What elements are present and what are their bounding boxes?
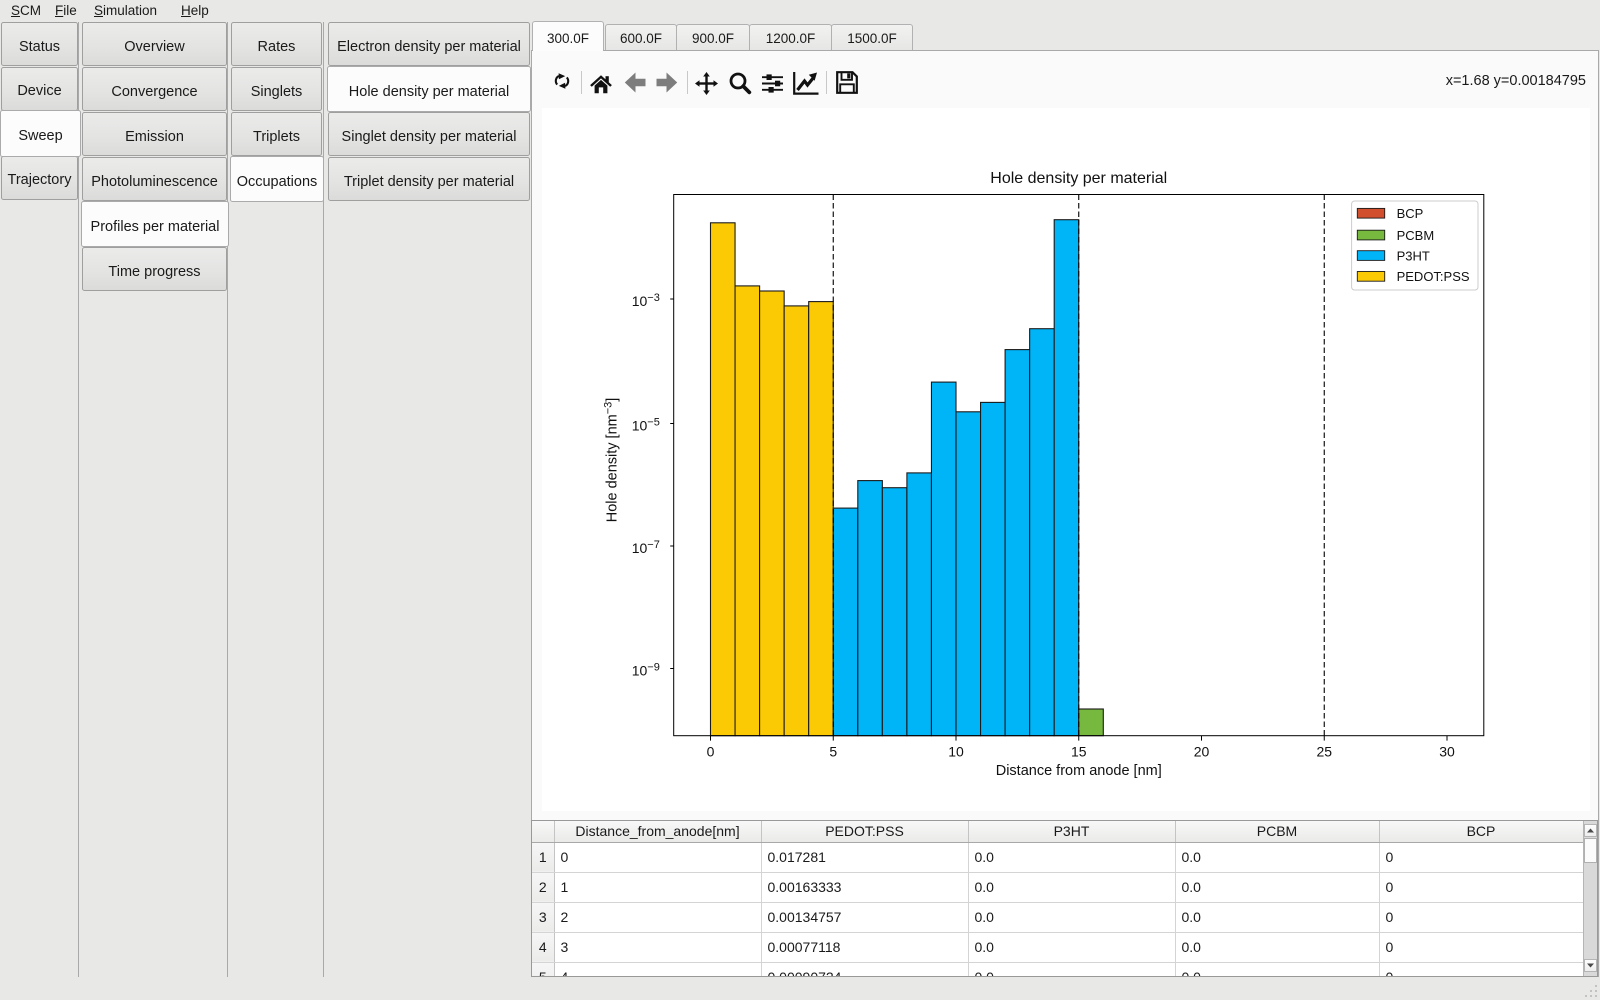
svg-text:Hole density [nm−3]: Hole density [nm−3] bbox=[603, 398, 621, 523]
svg-text:PEDOT:PSS: PEDOT:PSS bbox=[1397, 269, 1470, 284]
svg-text:20: 20 bbox=[1194, 744, 1210, 760]
svg-text:25: 25 bbox=[1316, 744, 1332, 760]
svg-text:BCP: BCP bbox=[1397, 206, 1424, 221]
svg-text:15: 15 bbox=[1071, 744, 1087, 760]
svg-text:5: 5 bbox=[829, 744, 837, 760]
svg-text:PCBM: PCBM bbox=[1397, 228, 1435, 243]
svg-text:Hole density per material: Hole density per material bbox=[990, 170, 1167, 187]
svg-text:Distance from anode [nm]: Distance from anode [nm] bbox=[996, 763, 1162, 779]
svg-text:10: 10 bbox=[948, 744, 964, 760]
svg-text:0: 0 bbox=[707, 744, 715, 760]
svg-text:P3HT: P3HT bbox=[1397, 248, 1430, 263]
svg-text:30: 30 bbox=[1439, 744, 1455, 760]
